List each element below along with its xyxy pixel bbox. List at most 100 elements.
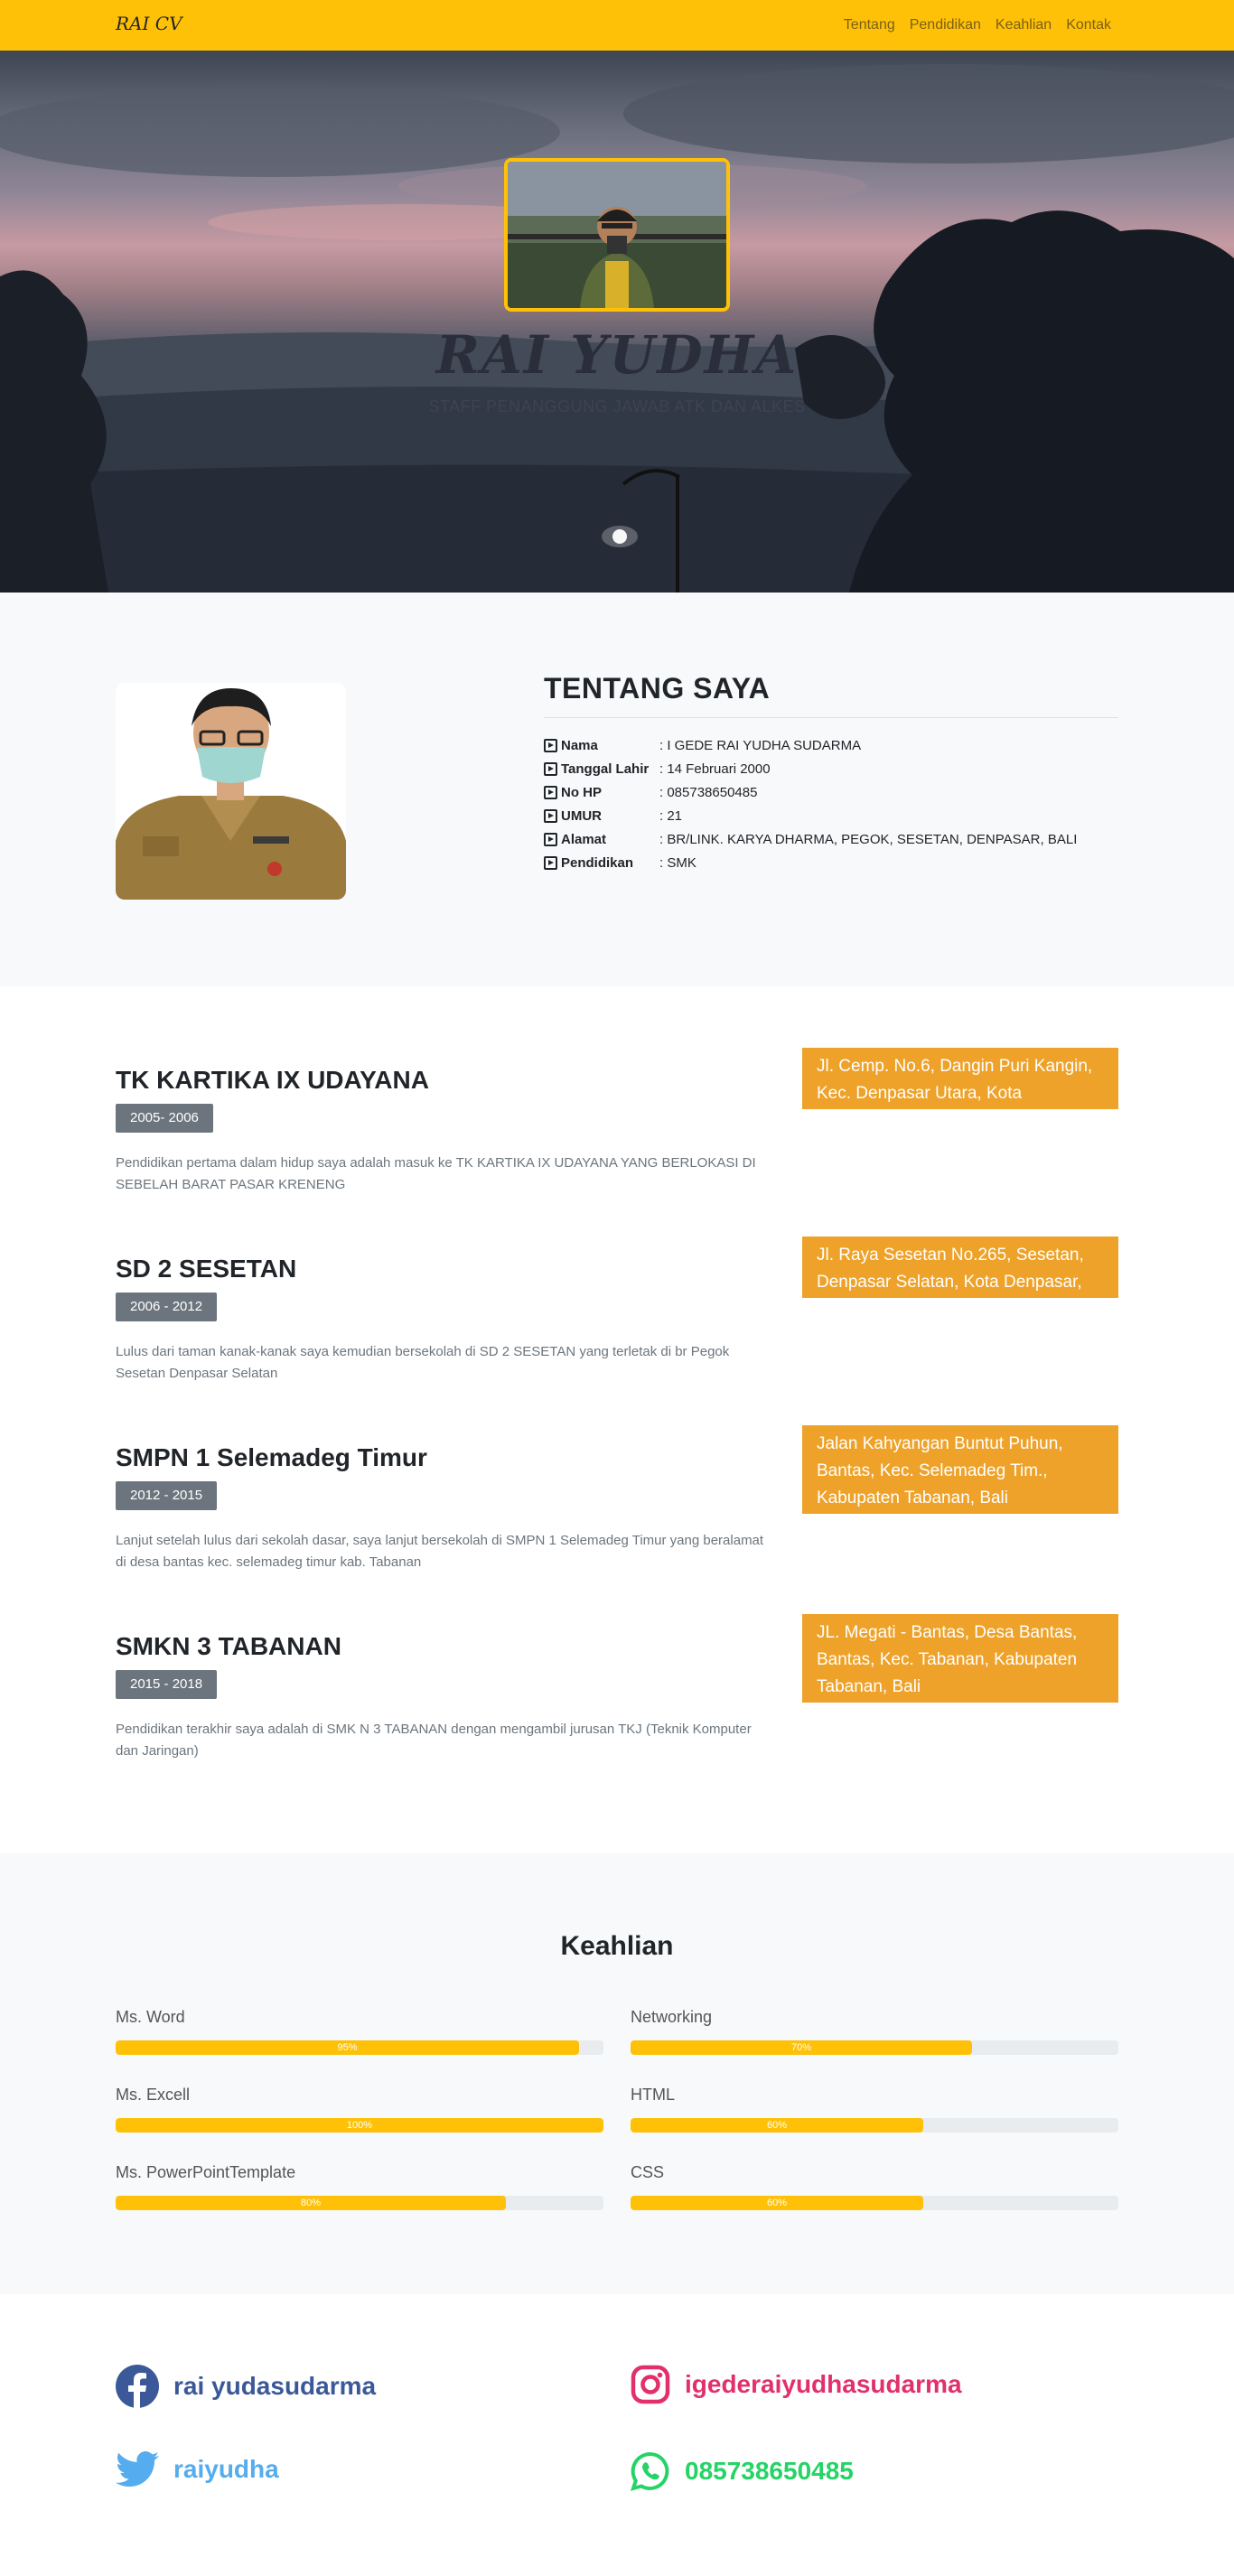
instagram-link[interactable]: igederaiyudhasudarma: [631, 2365, 962, 2404]
years-badge: 2015 - 2018: [116, 1670, 218, 1699]
nav-link-keahlian[interactable]: Keahlian: [996, 17, 1052, 33]
skill-ms-excell: Ms. Excell 100%: [116, 2086, 603, 2133]
school-address: JL. Megati - Bantas, Desa Bantas, Bantas…: [802, 1614, 1118, 1703]
education-item: SMKN 3 TABANAN 2015 - 2018 Pendidikan te…: [116, 1614, 1118, 1786]
info-label: Pendidikan: [561, 854, 634, 871]
about-section: TENTANG SAYA Nama : I GEDE RAI YUDHA SUD…: [0, 593, 1234, 986]
caret-square-right-icon: [544, 761, 557, 776]
skill-progress-fill: 95%: [116, 2040, 579, 2055]
nav-link-kontak[interactable]: Kontak: [1066, 17, 1111, 33]
caret-square-right-icon: [544, 855, 557, 870]
nav-link-tentang[interactable]: Tentang: [844, 17, 895, 33]
skill-ms-powerpoint: Ms. PowerPointTemplate 80%: [116, 2163, 603, 2210]
skill-name: Ms. Excell: [116, 2086, 191, 2104]
skills-title: Keahlian: [560, 1931, 674, 1961]
skill-progress-fill: 70%: [631, 2040, 972, 2055]
school-description: Pendidikan terakhir saya adalah di SMK N…: [116, 1722, 752, 1759]
info-row-nama: Nama : I GEDE RAI YUDHA SUDARMA: [544, 733, 1077, 757]
skill-name: Ms. PowerPointTemplate: [116, 2163, 296, 2181]
twitter-link[interactable]: raiyudha: [116, 2451, 279, 2487]
skill-progress-bar: 80%: [116, 2196, 603, 2210]
info-row-pendidikan: Pendidikan : SMK: [544, 851, 1077, 874]
skill-name: Networking: [631, 2008, 713, 2026]
info-value: : I GEDE RAI YUDHA SUDARMA: [659, 737, 862, 753]
info-row-umur: UMUR : 21: [544, 804, 1077, 827]
skills-section: Keahlian Ms. Word 95% Networking 70% Ms.…: [0, 1853, 1234, 2294]
education-item: TK KARTIKA IX UDAYANA 2005- 2006 Pendidi…: [116, 1048, 1118, 1219]
school-address: Jl. Raya Sesetan No.265, Sesetan, Denpas…: [802, 1237, 1118, 1298]
twitter-label: raiyudha: [173, 2455, 279, 2483]
hero-role: STAFF PENANGGUNG JAWAB ATK DAN ALKES: [428, 397, 806, 415]
skill-name: CSS: [631, 2163, 665, 2181]
nav-link-pendidikan[interactable]: Pendidikan: [910, 17, 981, 33]
school-address: Jl. Cemp. No.6, Dangin Puri Kangin, Kec.…: [802, 1048, 1118, 1109]
portrait-photo: [116, 683, 346, 900]
skill-progress-fill: 60%: [631, 2196, 923, 2210]
skill-css: CSS 60%: [631, 2163, 1118, 2210]
school-description: Pendidikan pertama dalam hidup saya adal…: [116, 1155, 756, 1192]
info-label: Nama: [561, 737, 598, 753]
skill-progress-fill: 80%: [116, 2196, 506, 2210]
facebook-link[interactable]: rai yudasudarma: [116, 2365, 376, 2408]
skill-progress-fill: 100%: [116, 2118, 603, 2133]
skill-ms-word: Ms. Word 95%: [116, 2008, 603, 2055]
instagram-icon: [631, 2365, 670, 2404]
navbar: RAI CV Tentang Pendidikan Keahlian Konta…: [0, 0, 1234, 51]
school-address: Jalan Kahyangan Buntut Puhun, Bantas, Ke…: [802, 1425, 1118, 1514]
education-item: SD 2 SESETAN 2006 - 2012 Lulus dari tama…: [116, 1237, 1118, 1408]
education-item: SMPN 1 Selemadeg Timur 2012 - 2015 Lanju…: [116, 1425, 1118, 1597]
whatsapp-label: 085738650485: [685, 2457, 854, 2485]
facebook-label: rai yudasudarma: [173, 2372, 377, 2400]
school-name: SMPN 1 Selemadeg Timur: [116, 1443, 427, 1471]
info-row-alamat: Alamat : BR/LINK. KARYA DHARMA, PEGOK, S…: [544, 827, 1077, 851]
hero-section: RAI YUDHA STAFF PENANGGUNG JAWAB ATK DAN…: [0, 51, 1234, 593]
caret-square-right-icon: [544, 738, 557, 752]
profile-photo: [504, 158, 730, 312]
nav-links: Tentang Pendidikan Keahlian Kontak: [844, 17, 1111, 33]
info-value: : 21: [659, 807, 683, 824]
info-row-no-hp: No HP : 085738650485: [544, 780, 1077, 804]
education-section: TK KARTIKA IX UDAYANA 2005- 2006 Pendidi…: [0, 986, 1234, 1853]
skill-name: HTML: [631, 2086, 675, 2104]
skill-progress-bar: 95%: [116, 2040, 603, 2055]
skill-progress-fill: 60%: [631, 2118, 923, 2133]
whatsapp-icon: [631, 2451, 669, 2491]
skill-name: Ms. Word: [116, 2008, 185, 2026]
info-value: : BR/LINK. KARYA DHARMA, PEGOK, SESETAN,…: [659, 831, 1078, 847]
instagram-label: igederaiyudhasudarma: [685, 2370, 962, 2398]
years-badge: 2006 - 2012: [116, 1293, 218, 1321]
brand-logo[interactable]: RAI CV: [116, 13, 182, 34]
whatsapp-link[interactable]: 085738650485: [631, 2451, 854, 2491]
twitter-icon: [116, 2451, 159, 2487]
about-divider: [544, 717, 1118, 718]
info-row-tanggal-lahir: Tanggal Lahir : 14 Februari 2000: [544, 757, 1077, 780]
school-name: TK KARTIKA IX UDAYANA: [116, 1066, 429, 1094]
years-badge: 2012 - 2015: [116, 1481, 218, 1510]
info-label: No HP: [561, 784, 602, 800]
school-name: SD 2 SESETAN: [116, 1255, 297, 1283]
info-label: Tanggal Lahir: [561, 761, 650, 777]
skill-progress-bar: 60%: [631, 2118, 1118, 2133]
caret-square-right-icon: [544, 808, 557, 823]
years-badge: 2005- 2006: [116, 1104, 213, 1133]
contact-section: rai yudasudarma igederaiyudhasudarma rai…: [0, 2294, 1234, 2576]
info-value: : 085738650485: [659, 784, 758, 800]
facebook-icon: [116, 2365, 159, 2408]
caret-square-right-icon: [544, 785, 557, 799]
skill-networking: Networking 70%: [631, 2008, 1118, 2055]
skill-progress-bar: 100%: [116, 2118, 603, 2133]
skill-html: HTML 60%: [631, 2086, 1118, 2133]
hero-background-image: [0, 64, 1234, 593]
hero-name: RAI YUDHA: [435, 324, 799, 386]
info-value: : 14 Februari 2000: [659, 761, 771, 777]
school-name: SMKN 3 TABANAN: [116, 1632, 341, 1660]
info-label: Alamat: [561, 831, 607, 847]
school-description: Lanjut setelah lulus dari sekolah dasar,…: [116, 1533, 764, 1570]
profile-photo-image: [508, 162, 726, 308]
skill-progress-bar: 70%: [631, 2040, 1118, 2055]
caret-square-right-icon: [544, 832, 557, 846]
about-title: TENTANG SAYA: [544, 672, 771, 705]
skill-progress-bar: 60%: [631, 2196, 1118, 2210]
about-info-list: Nama : I GEDE RAI YUDHA SUDARMA Tanggal …: [544, 733, 1077, 874]
school-description: Lulus dari taman kanak-kanak saya kemudi…: [116, 1344, 730, 1381]
